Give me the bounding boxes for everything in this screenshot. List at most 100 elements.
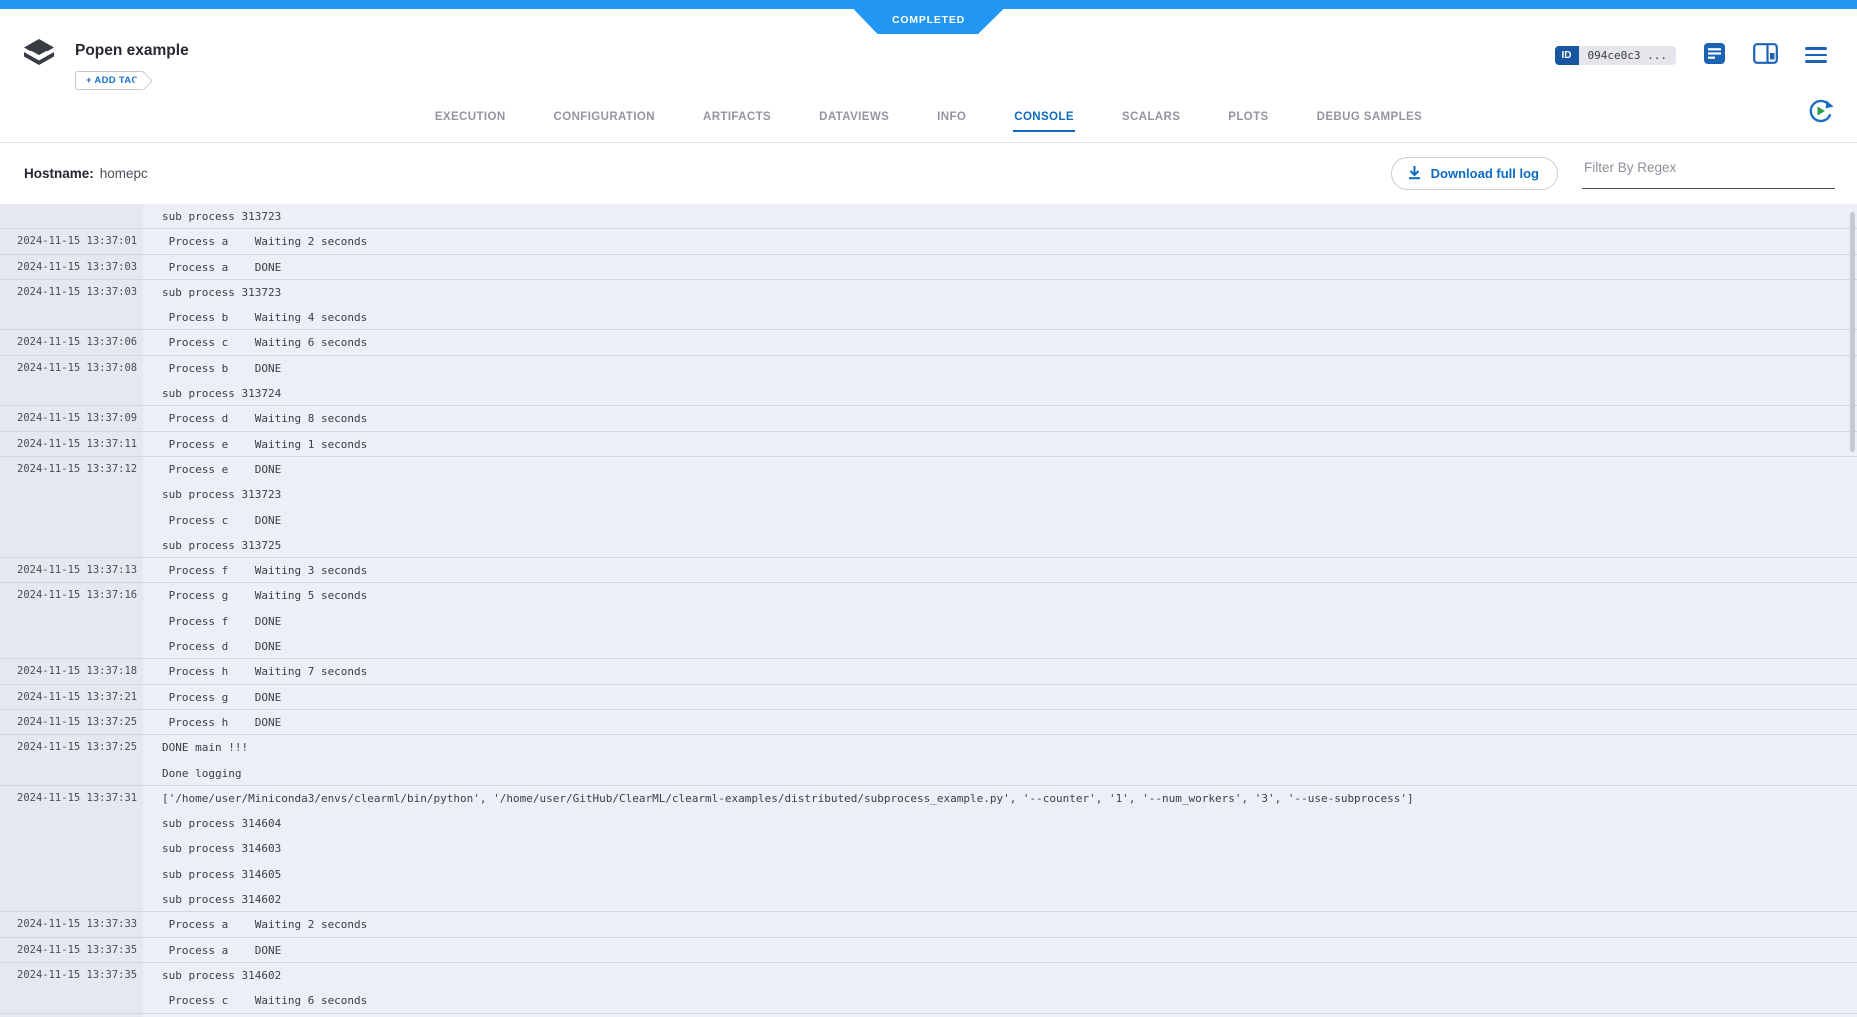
- experiment-logo-icon: [23, 38, 55, 73]
- status-badge: COMPLETED: [854, 9, 1004, 34]
- log-timestamp: 2024-11-15 13:37:01: [0, 229, 143, 254]
- log-line: sub process 313724: [162, 381, 1857, 406]
- log-timestamp: 2024-11-15 13:37:06: [0, 330, 143, 355]
- log-timestamp: 2024-11-15 13:37:33: [0, 912, 143, 937]
- log-lines: Process a Waiting 2 seconds: [143, 229, 1857, 254]
- tab-info[interactable]: INFO: [936, 106, 967, 132]
- log-row: 2024-11-15 13:37:03sub process 313723 Pr…: [0, 280, 1857, 331]
- filter-regex-input[interactable]: [1582, 153, 1835, 189]
- experiment-id-chip[interactable]: ID 094ce0c3 ...: [1555, 46, 1676, 65]
- download-full-log-button[interactable]: Download full log: [1391, 157, 1558, 190]
- log-line: sub process 313723: [162, 204, 1857, 229]
- log-line: sub process 314604: [162, 811, 1857, 836]
- hostname-label: Hostname:: [24, 166, 94, 181]
- log-timestamp: 2024-11-15 13:37:08: [0, 356, 143, 407]
- tab-dataviews[interactable]: DATAVIEWS: [818, 106, 890, 132]
- menu-icon: [1805, 47, 1827, 63]
- log-lines: Process e Waiting 1 seconds: [143, 432, 1857, 457]
- log-line: Process c DONE: [162, 508, 1857, 533]
- auto-refresh-button[interactable]: [1805, 97, 1835, 127]
- log-row: 2024-11-15 13:37:21 Process g DONE: [0, 685, 1857, 710]
- details-button[interactable]: [1703, 42, 1726, 68]
- log-row: 2024-11-15 13:37:03 Process a DONE: [0, 255, 1857, 280]
- tab-scalars[interactable]: SCALARS: [1121, 106, 1181, 132]
- console-log-table[interactable]: sub process 3137232024-11-15 13:37:01 Pr…: [0, 204, 1857, 1017]
- log-line: Process h DONE: [162, 710, 1857, 735]
- log-line: Process c Waiting 6 seconds: [162, 330, 1857, 355]
- log-row: 2024-11-15 13:37:09 Process d Waiting 8 …: [0, 406, 1857, 431]
- log-row: 2024-11-15 13:37:16 Process g Waiting 5 …: [0, 583, 1857, 659]
- log-timestamp: 2024-11-15 13:37:25: [0, 710, 143, 735]
- tab-debug-samples[interactable]: DEBUG SAMPLES: [1316, 106, 1424, 132]
- menu-button[interactable]: [1805, 47, 1827, 63]
- log-row: 2024-11-15 13:37:25DONE main !!!Done log…: [0, 735, 1857, 786]
- log-line: Process f DONE: [162, 609, 1857, 634]
- log-timestamp: 2024-11-15 13:37:25: [0, 735, 143, 786]
- log-line: sub process 314605: [162, 862, 1857, 887]
- log-lines: sub process 313723: [143, 204, 1857, 229]
- id-label: ID: [1555, 46, 1579, 65]
- log-timestamp: 2024-11-15 13:37:18: [0, 659, 143, 684]
- log-line: sub process 314602: [162, 963, 1857, 988]
- log-line: Process g DONE: [162, 685, 1857, 710]
- log-lines: Process g DONE: [143, 685, 1857, 710]
- panel-layout-icon: [1753, 43, 1778, 67]
- log-lines: DONE main !!!Done logging: [143, 735, 1857, 786]
- add-tag-button[interactable]: + ADD TAG: [75, 71, 143, 90]
- log-lines: Process a Waiting 2 seconds: [143, 912, 1857, 937]
- log-row: 2024-11-15 13:37:08 Process b DONEsub pr…: [0, 356, 1857, 407]
- details-icon: [1703, 42, 1726, 68]
- log-line: Process b Waiting 4 seconds: [162, 305, 1857, 330]
- log-timestamp: 2024-11-15 13:37:21: [0, 685, 143, 710]
- log-line: Process a Waiting 2 seconds: [162, 229, 1857, 254]
- log-lines: Process h DONE: [143, 710, 1857, 735]
- log-line: sub process 314603: [162, 836, 1857, 861]
- log-timestamp: 2024-11-15 13:37:35: [0, 938, 143, 963]
- panel-layout-button[interactable]: [1753, 43, 1778, 67]
- log-line: Process e DONE: [162, 457, 1857, 482]
- log-lines: Process g Waiting 5 seconds Process f DO…: [143, 583, 1857, 659]
- tab-plots[interactable]: PLOTS: [1227, 106, 1269, 132]
- log-timestamp: 2024-11-15 13:37:03: [0, 280, 143, 331]
- tab-configuration[interactable]: CONFIGURATION: [553, 106, 656, 132]
- refresh-icon: [1806, 113, 1834, 128]
- log-line: Process c Waiting 6 seconds: [162, 988, 1857, 1013]
- tab-console[interactable]: CONSOLE: [1013, 106, 1075, 132]
- tab-artifacts[interactable]: ARTIFACTS: [702, 106, 772, 132]
- log-lines: sub process 314602 Process c Waiting 6 s…: [143, 963, 1857, 1014]
- log-line: Process a Waiting 2 seconds: [162, 912, 1857, 937]
- log-timestamp: 2024-11-15 13:37:13: [0, 558, 143, 583]
- log-row: 2024-11-15 13:37:01 Process a Waiting 2 …: [0, 229, 1857, 254]
- log-row: 2024-11-15 13:37:06 Process c Waiting 6 …: [0, 330, 1857, 355]
- log-timestamp: 2024-11-15 13:37:31: [0, 786, 143, 912]
- log-line: DONE main !!!: [162, 735, 1857, 760]
- log-row: 2024-11-15 13:37:31['/home/user/Minicond…: [0, 786, 1857, 912]
- tab-execution[interactable]: EXECUTION: [434, 106, 507, 132]
- log-row: 2024-11-15 13:37:12 Process e DONEsub pr…: [0, 457, 1857, 558]
- log-line: sub process 313723: [162, 482, 1857, 507]
- log-timestamp: 2024-11-15 13:37:12: [0, 457, 143, 558]
- log-lines: ['/home/user/Miniconda3/envs/clearml/bin…: [143, 786, 1857, 912]
- vertical-scrollbar-thumb[interactable]: [1850, 212, 1855, 452]
- log-row: 2024-11-15 13:37:18 Process h Waiting 7 …: [0, 659, 1857, 684]
- log-timestamp: 2024-11-15 13:37:35: [0, 963, 143, 1014]
- download-label: Download full log: [1431, 166, 1539, 181]
- log-line: Process h Waiting 7 seconds: [162, 659, 1857, 684]
- log-lines: sub process 313723 Process b Waiting 4 s…: [143, 280, 1857, 331]
- log-lines: Process a DONE: [143, 938, 1857, 963]
- log-line: sub process 313723: [162, 280, 1857, 305]
- log-line: Process a DONE: [162, 255, 1857, 280]
- hostname-value: homepc: [100, 166, 148, 181]
- log-line: Done logging: [162, 761, 1857, 786]
- log-line: Process d Waiting 8 seconds: [162, 406, 1857, 431]
- log-line: sub process 313725: [162, 533, 1857, 558]
- log-lines: Process h Waiting 7 seconds: [143, 659, 1857, 684]
- download-icon: [1407, 165, 1422, 183]
- log-row: 2024-11-15 13:37:35sub process 314602 Pr…: [0, 963, 1857, 1014]
- log-lines: Process e DONEsub process 313723 Process…: [143, 457, 1857, 558]
- log-line: Process d DONE: [162, 634, 1857, 659]
- log-lines: Process a DONE: [143, 255, 1857, 280]
- log-row: 2024-11-15 13:37:33 Process a Waiting 2 …: [0, 912, 1857, 937]
- log-line: Process b DONE: [162, 356, 1857, 381]
- id-value: 094ce0c3 ...: [1579, 46, 1676, 65]
